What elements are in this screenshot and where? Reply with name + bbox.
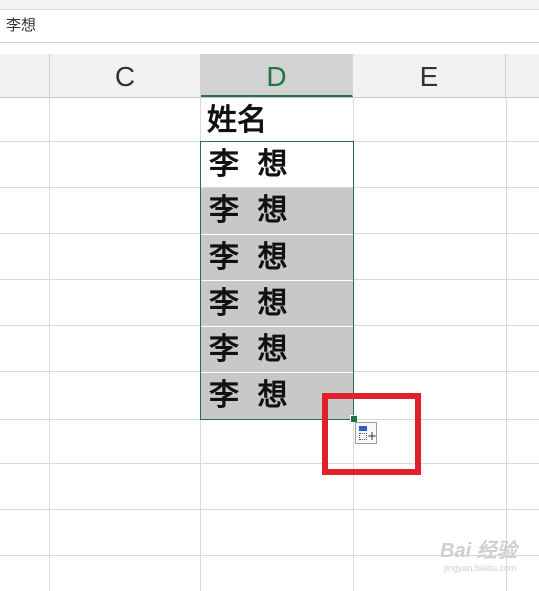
watermark: Bai 经验 jingyan.baidu.com bbox=[440, 534, 530, 580]
gridline bbox=[0, 463, 539, 464]
toolbar-strip bbox=[0, 0, 539, 10]
column-header-c[interactable]: C bbox=[50, 54, 201, 97]
cell-d6[interactable]: 李 想 bbox=[201, 326, 353, 372]
watermark-url: jingyan.baidu.com bbox=[444, 563, 517, 573]
auto-fill-target-icon bbox=[359, 433, 367, 440]
gridline bbox=[0, 419, 539, 420]
cell-d7[interactable]: 李 想 bbox=[201, 372, 353, 419]
gridline bbox=[506, 97, 507, 591]
cell-d1-header[interactable]: 姓名 bbox=[201, 97, 353, 143]
cell-d4[interactable]: 李 想 bbox=[201, 234, 353, 280]
formula-content[interactable]: 李想 bbox=[6, 14, 36, 35]
auto-fill-options-icon[interactable]: + bbox=[355, 422, 377, 444]
cell-d2[interactable]: 李 想 bbox=[201, 142, 353, 188]
gridline bbox=[0, 509, 539, 510]
gridline bbox=[49, 97, 50, 591]
column-header-b[interactable] bbox=[0, 54, 50, 97]
column-header-f[interactable] bbox=[506, 54, 539, 97]
cell-d5[interactable]: 李 想 bbox=[201, 280, 353, 326]
column-header-bar: C D E bbox=[0, 54, 539, 98]
plus-icon: + bbox=[367, 429, 378, 443]
cell-d3[interactable]: 李 想 bbox=[201, 188, 353, 234]
auto-fill-source-icon bbox=[359, 426, 367, 431]
column-header-d[interactable]: D bbox=[201, 54, 353, 97]
gridline bbox=[353, 97, 354, 591]
watermark-logo: Bai 经验 bbox=[440, 540, 517, 562]
formula-bar[interactable]: 李想 bbox=[0, 0, 539, 43]
column-header-e[interactable]: E bbox=[353, 54, 506, 97]
